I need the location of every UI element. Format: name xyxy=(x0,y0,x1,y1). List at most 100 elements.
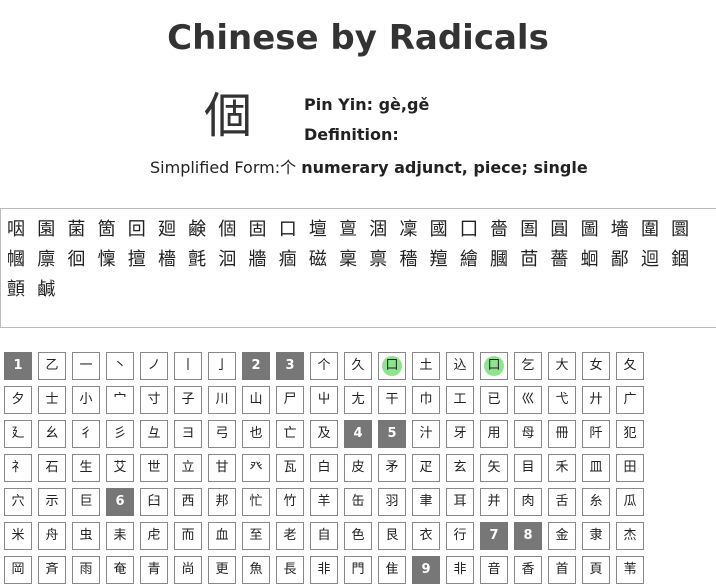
radical-button[interactable]: 及 xyxy=(310,420,338,448)
related-character-link[interactable]: 檣 xyxy=(158,245,188,275)
radical-button[interactable]: 音 xyxy=(480,556,508,584)
related-character-link[interactable]: 囗 xyxy=(460,215,490,245)
related-character-link[interactable]: 圜 xyxy=(671,215,701,245)
radical-button[interactable]: 彑 xyxy=(140,420,168,448)
radical-button[interactable]: 自 xyxy=(310,522,338,550)
radical-button[interactable]: 母 xyxy=(514,420,542,448)
radical-button[interactable]: 玄 xyxy=(446,454,474,482)
radical-button[interactable]: 白 xyxy=(310,454,338,482)
radical-button[interactable]: 而 xyxy=(174,522,202,550)
radical-button[interactable]: 士 xyxy=(38,386,66,414)
related-character-link[interactable]: 幗 xyxy=(7,245,37,275)
radical-button[interactable]: ノ xyxy=(140,352,168,380)
radical-button[interactable]: 目 xyxy=(514,454,542,482)
radical-button[interactable]: 口 xyxy=(378,352,406,380)
radical-button[interactable]: 奄 xyxy=(106,556,134,584)
radical-button[interactable]: 斉 xyxy=(38,556,66,584)
radical-button[interactable]: 屮 xyxy=(310,386,338,414)
radical-button[interactable]: 廴 xyxy=(4,420,32,448)
related-character-link[interactable]: 蛔 xyxy=(581,245,611,275)
radical-button[interactable]: 工 xyxy=(446,386,474,414)
related-character-link[interactable]: 口 xyxy=(279,215,309,245)
radical-button[interactable]: 久 xyxy=(344,352,372,380)
radical-button[interactable]: 世 xyxy=(140,454,168,482)
related-character-link[interactable]: 繪 xyxy=(460,245,490,275)
radical-button[interactable]: 田 xyxy=(616,454,644,482)
radical-button[interactable]: 癶 xyxy=(242,454,270,482)
radical-button[interactable]: 巨 xyxy=(72,488,100,516)
related-character-link[interactable]: 廻 xyxy=(158,215,188,245)
radical-button[interactable]: 阡 xyxy=(582,420,610,448)
related-character-link[interactable]: 墻 xyxy=(611,215,641,245)
related-character-link[interactable]: 稟 xyxy=(339,245,369,275)
radical-button[interactable]: 小 xyxy=(72,386,100,414)
radical-button[interactable]: 弓 xyxy=(208,420,236,448)
radical-button[interactable]: 夂 xyxy=(616,352,644,380)
related-character-link[interactable]: 禀 xyxy=(369,245,399,275)
radical-button[interactable]: 青 xyxy=(140,556,168,584)
related-character-link[interactable]: 膕 xyxy=(490,245,520,275)
radical-button[interactable]: 行 xyxy=(446,522,474,550)
radical-button[interactable]: 巾 xyxy=(412,386,440,414)
related-character-link[interactable]: 鄙 xyxy=(611,245,641,275)
related-character-link[interactable]: 嗇 xyxy=(490,215,520,245)
related-character-link[interactable]: 固 xyxy=(249,215,279,245)
related-character-link[interactable]: 羶 xyxy=(430,245,460,275)
radical-button[interactable]: 耳 xyxy=(446,488,474,516)
related-character-link[interactable]: 磁 xyxy=(309,245,339,275)
radical-button[interactable]: 口 xyxy=(480,352,508,380)
radical-button[interactable]: 川 xyxy=(208,386,236,414)
radical-button[interactable]: 尢 xyxy=(344,386,372,414)
radical-button[interactable]: 示 xyxy=(38,488,66,516)
radical-button[interactable]: 血 xyxy=(208,522,236,550)
related-character-link[interactable]: 牆 xyxy=(249,245,279,275)
radical-button[interactable]: 矛 xyxy=(378,454,406,482)
related-character-link[interactable]: 園 xyxy=(37,215,67,245)
radical-button[interactable]: 礻 xyxy=(4,454,32,482)
radical-button[interactable]: 牙 xyxy=(446,420,474,448)
radical-button[interactable]: 乙 xyxy=(38,352,66,380)
radical-button[interactable]: 虫 xyxy=(72,522,100,550)
related-character-link[interactable]: 鹹 xyxy=(37,275,67,305)
radical-button[interactable]: 衣 xyxy=(412,522,440,550)
radical-button[interactable]: 已 xyxy=(480,386,508,414)
radical-button[interactable]: 汁 xyxy=(412,420,440,448)
related-character-link[interactable]: 亶 xyxy=(339,215,369,245)
related-character-link[interactable]: 茴 xyxy=(520,245,550,275)
radical-button[interactable]: 并 xyxy=(480,488,508,516)
radical-button[interactable]: 頁 xyxy=(582,556,610,584)
radical-button[interactable]: 幺 xyxy=(38,420,66,448)
radical-button[interactable]: 更 xyxy=(208,556,236,584)
radical-button[interactable]: 广 xyxy=(616,386,644,414)
radical-button[interactable]: 艾 xyxy=(106,454,134,482)
radical-button[interactable]: 色 xyxy=(344,522,372,550)
radical-button[interactable]: 夕 xyxy=(4,386,32,414)
radical-button[interactable]: ヨ xyxy=(174,420,202,448)
radical-button[interactable]: 隶 xyxy=(582,522,610,550)
radical-button[interactable]: 子 xyxy=(174,386,202,414)
radical-button[interactable]: 丨 xyxy=(174,352,202,380)
radical-button[interactable]: 臼 xyxy=(140,488,168,516)
radical-button[interactable]: 米 xyxy=(4,522,32,550)
radical-button[interactable]: 隹 xyxy=(378,556,406,584)
radical-button[interactable]: 个 xyxy=(310,352,338,380)
radical-button[interactable]: 艮 xyxy=(378,522,406,550)
radical-button[interactable]: 冊 xyxy=(548,420,576,448)
radical-button[interactable]: 干 xyxy=(378,386,406,414)
radical-button[interactable]: 大 xyxy=(548,352,576,380)
radical-button[interactable]: 忙 xyxy=(242,488,270,516)
radical-button[interactable]: 甘 xyxy=(208,454,236,482)
radical-button[interactable]: 雨 xyxy=(72,556,100,584)
related-character-link[interactable]: 薔 xyxy=(550,245,580,275)
related-character-link[interactable]: 廪 xyxy=(37,245,67,275)
radical-button[interactable]: 彳 xyxy=(72,420,100,448)
radical-button[interactable]: 門 xyxy=(344,556,372,584)
radical-button[interactable]: 生 xyxy=(72,454,100,482)
radical-button[interactable]: 立 xyxy=(174,454,202,482)
radical-button[interactable]: 矢 xyxy=(480,454,508,482)
radical-button[interactable]: 土 xyxy=(412,352,440,380)
radical-button[interactable]: 皿 xyxy=(582,454,610,482)
radical-button[interactable]: 穴 xyxy=(4,488,32,516)
radical-button[interactable]: 寸 xyxy=(140,386,168,414)
related-character-link[interactable]: 菌 xyxy=(67,215,97,245)
